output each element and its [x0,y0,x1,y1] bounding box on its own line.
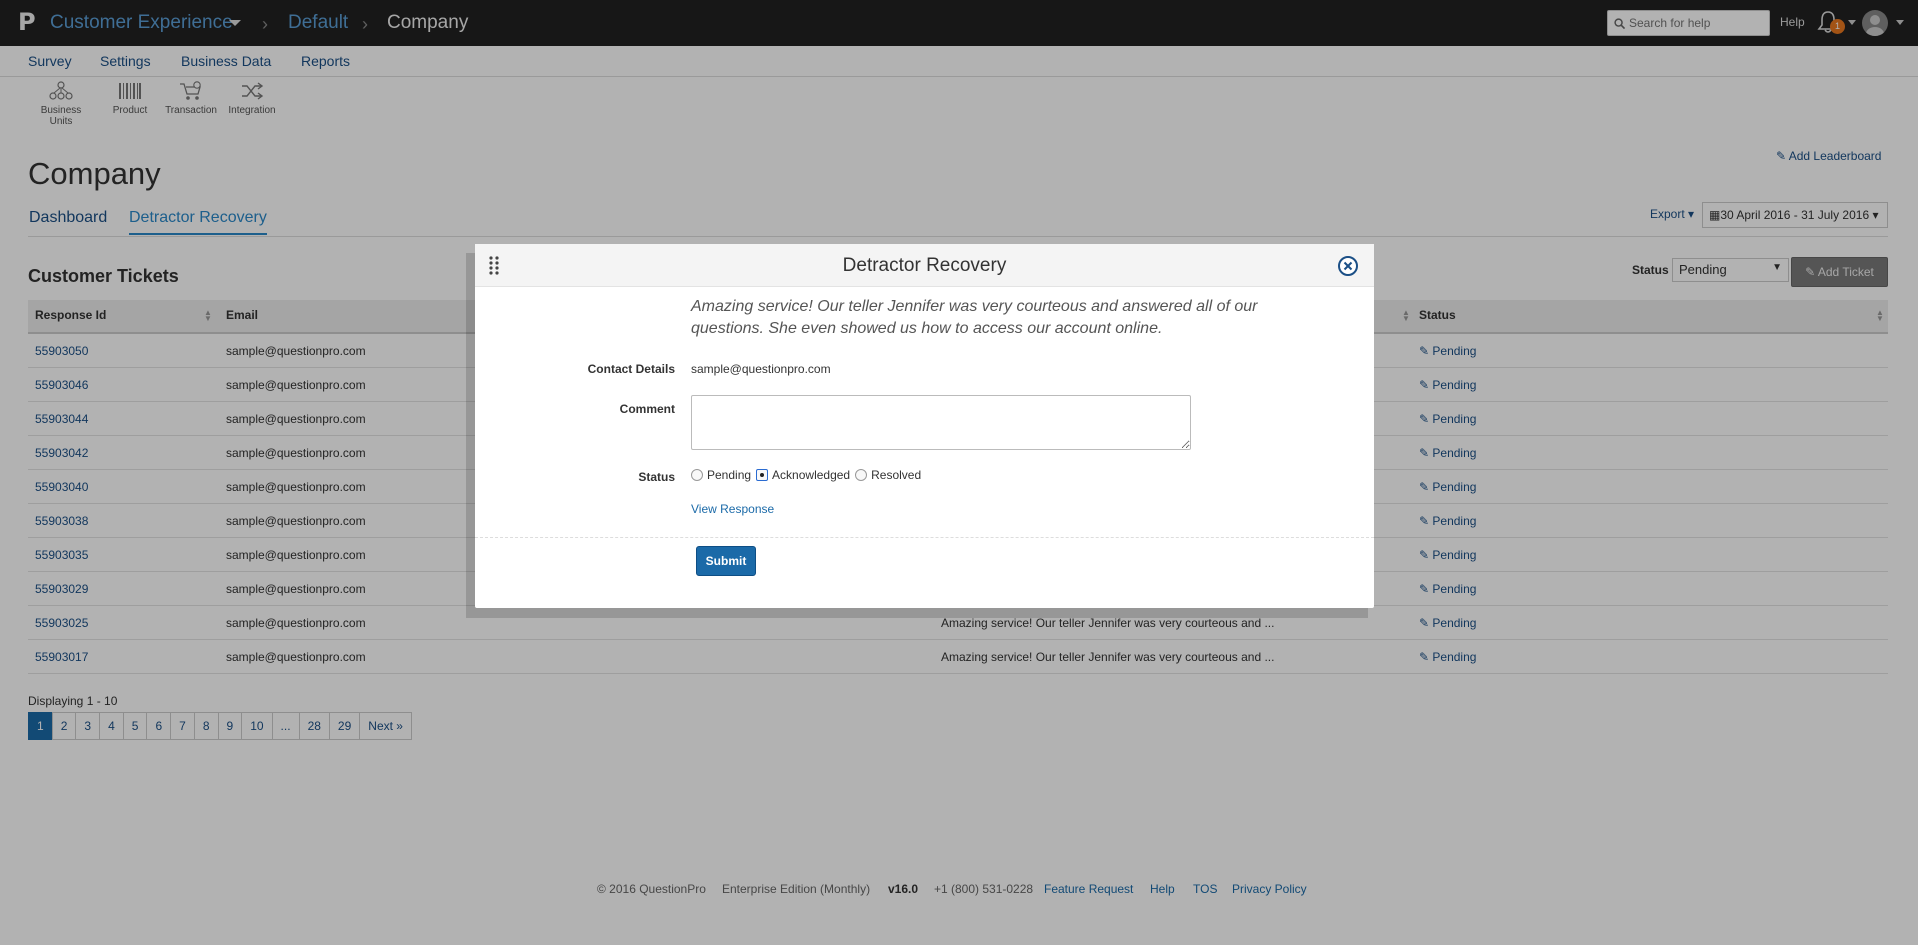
status-radio-group: Pending Acknowledged Resolved [691,468,926,482]
detractor-recovery-modal: Detractor Recovery Amazing service! Our … [475,244,1374,608]
view-response-link[interactable]: View Response [691,502,774,516]
status-option-resolved-label[interactable]: Resolved [871,468,921,482]
close-icon[interactable] [1337,255,1359,277]
status-option-pending-label[interactable]: Pending [707,468,751,482]
modal-header[interactable]: Detractor Recovery [475,244,1374,287]
status-label: Status [638,470,675,484]
submit-button[interactable]: Submit [696,546,756,576]
comment-textarea[interactable] [691,395,1191,450]
status-radio-pending[interactable] [691,469,703,481]
contact-details-value: sample@questionpro.com [691,362,831,376]
modal-divider [475,537,1374,538]
status-radio-acknowledged[interactable] [756,469,769,481]
comment-label: Comment [619,402,675,416]
response-quote: Amazing service! Our teller Jennifer was… [691,298,1258,337]
contact-details-label: Contact Details [587,362,675,376]
modal-title: Detractor Recovery [842,255,1007,276]
status-radio-resolved[interactable] [855,469,868,481]
status-option-acknowledged-label[interactable]: Acknowledged [772,468,850,482]
